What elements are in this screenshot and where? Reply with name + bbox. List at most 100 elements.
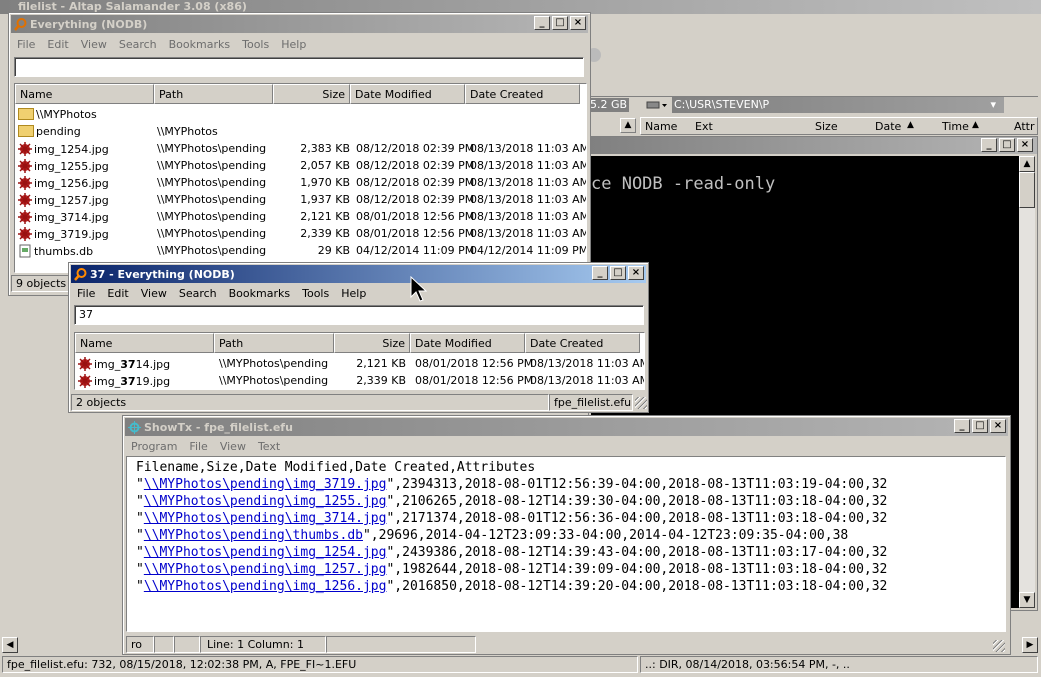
file-link[interactable]: \\MYPhotos\pending\img_1254.jpg bbox=[144, 545, 387, 560]
header-date-created[interactable]: Date Created bbox=[465, 84, 580, 104]
menu-program[interactable]: Program bbox=[125, 440, 183, 453]
menu-bookmarks[interactable]: Bookmarks bbox=[163, 38, 236, 51]
list-item[interactable]: img_1254.jpg \\MYPhotos\pending 2,383 KB 08… bbox=[15, 140, 586, 157]
maximize-button[interactable]: □ bbox=[972, 419, 988, 433]
list-item[interactable]: thumbs.db \\MYPhotos\pending 29 KB 04/12/20… bbox=[15, 242, 586, 259]
menu-edit[interactable]: Edit bbox=[101, 287, 134, 300]
image-file-icon bbox=[78, 374, 92, 388]
menu-help[interactable]: Help bbox=[335, 287, 372, 300]
file-link[interactable]: \\MYPhotos\pending\img_3714.jpg bbox=[144, 511, 387, 526]
mouse-cursor bbox=[410, 275, 428, 304]
console-close-button[interactable]: × bbox=[1017, 138, 1033, 152]
col-name[interactable]: Name bbox=[645, 120, 677, 133]
menu-help[interactable]: Help bbox=[275, 38, 312, 51]
maximize-button[interactable]: □ bbox=[610, 266, 626, 280]
header-size[interactable]: Size bbox=[334, 333, 410, 353]
showtx-window: ShowTx - fpe_filelist.efu _ □ × Program … bbox=[122, 415, 1011, 655]
minimize-button[interactable]: _ bbox=[592, 266, 608, 280]
menu-edit[interactable]: Edit bbox=[41, 38, 74, 51]
file-link[interactable]: \\MYPhotos\pending\img_1257.jpg bbox=[144, 562, 387, 577]
file-link[interactable]: \\MYPhotos\pending\img_1255.jpg bbox=[144, 494, 387, 509]
everything2-search-input[interactable]: 37 bbox=[74, 305, 644, 325]
file-link[interactable]: \\MYPhotos\pending\img_3719.jpg bbox=[144, 477, 387, 492]
file-link[interactable]: \\MYPhotos\pending\thumbs.db bbox=[144, 528, 363, 543]
menu-search[interactable]: Search bbox=[113, 38, 163, 51]
header-name[interactable]: Name bbox=[75, 333, 214, 353]
list-item[interactable]: img_1256.jpg \\MYPhotos\pending 1,970 KB 08… bbox=[15, 174, 586, 191]
showtx-status-blank3 bbox=[326, 636, 476, 653]
console-minimize-button[interactable]: _ bbox=[981, 138, 997, 152]
file-date-modified: 08/01/2018 12:56 PM bbox=[415, 374, 534, 387]
list-item[interactable]: img_3719.jpg \\MYPhotos\pending 2,339 KB 08… bbox=[15, 225, 586, 242]
list-item[interactable]: \\MYPhotos bbox=[15, 106, 586, 123]
menu-view[interactable]: View bbox=[214, 440, 252, 453]
list-item[interactable]: img_3714.jpg \\MYPhotos\pending 2,121 KB 08… bbox=[75, 355, 644, 372]
close-button[interactable]: × bbox=[990, 419, 1006, 433]
everything1-status: 9 objects bbox=[11, 275, 71, 292]
left-panel-sort-button[interactable]: ▲ bbox=[620, 118, 636, 133]
col-date[interactable]: Date bbox=[875, 120, 901, 133]
everything1-search-input[interactable] bbox=[14, 57, 584, 77]
file-path: \\MYPhotos\pending bbox=[157, 227, 267, 240]
menu-search[interactable]: Search bbox=[173, 287, 223, 300]
file-size: 29 KB bbox=[317, 244, 350, 257]
file-path: \\MYPhotos\pending bbox=[157, 142, 267, 155]
file-date-modified: 08/01/2018 12:56 PM bbox=[356, 210, 475, 223]
right-hscroll-arrow[interactable]: ▶ bbox=[1022, 637, 1038, 653]
csv-values: ",1982644,2018-08-12T14:39:09-04:00,2018… bbox=[386, 562, 888, 577]
showtx-status-blank1 bbox=[154, 636, 174, 653]
console-scrollbar[interactable]: ▲ ▼ bbox=[1019, 156, 1035, 608]
path-bar[interactable]: C:\USR\STEVEN\P ▾ bbox=[672, 97, 1004, 113]
menu-tools[interactable]: Tools bbox=[236, 38, 275, 51]
minimize-button[interactable]: _ bbox=[534, 16, 550, 30]
menu-file[interactable]: File bbox=[183, 440, 213, 453]
file-name: img_3719.jpg bbox=[34, 228, 109, 241]
folder-icon bbox=[18, 125, 34, 137]
console-maximize-button[interactable]: □ bbox=[999, 138, 1015, 152]
left-hscroll-arrow[interactable]: ◀ bbox=[2, 637, 18, 653]
list-item[interactable]: img_3719.jpg \\MYPhotos\pending 2,339 KB 08… bbox=[75, 372, 644, 389]
menu-view[interactable]: View bbox=[135, 287, 173, 300]
scroll-thumb[interactable] bbox=[1019, 172, 1035, 208]
header-path[interactable]: Path bbox=[154, 84, 273, 104]
menu-file[interactable]: File bbox=[71, 287, 101, 300]
scroll-up-arrow[interactable]: ▲ bbox=[1019, 156, 1035, 172]
drive-icon[interactable] bbox=[646, 99, 668, 111]
path-dropdown-icon[interactable]: ▾ bbox=[990, 97, 996, 113]
maximize-button[interactable]: □ bbox=[552, 16, 568, 30]
resize-grip[interactable] bbox=[635, 397, 647, 409]
header-name[interactable]: Name bbox=[15, 84, 154, 104]
menu-file[interactable]: File bbox=[11, 38, 41, 51]
col-time[interactable]: Time bbox=[942, 120, 969, 133]
col-attr[interactable]: Attr bbox=[1014, 120, 1034, 133]
file-link[interactable]: \\MYPhotos\pending\img_1256.jpg bbox=[144, 579, 387, 594]
file-date-modified: 08/01/2018 12:56 PM bbox=[356, 227, 475, 240]
list-item[interactable]: img_1257.jpg \\MYPhotos\pending 1,937 KB 08… bbox=[15, 191, 586, 208]
minimize-button[interactable]: _ bbox=[954, 419, 970, 433]
list-item[interactable]: img_3714.jpg \\MYPhotos\pending 2,121 KB 08… bbox=[15, 208, 586, 225]
file-date-created: 04/12/2014 11:09 PM bbox=[470, 244, 587, 257]
showtx-title: ShowTx - fpe_filelist.efu bbox=[144, 420, 293, 434]
showtx-text-area[interactable]: Filename,Size,Date Modified,Date Created… bbox=[126, 456, 1006, 632]
header-size[interactable]: Size bbox=[273, 84, 350, 104]
everything1-titlebar[interactable]: Everything (NODB) _ □ × bbox=[11, 15, 588, 33]
list-item[interactable]: img_1255.jpg \\MYPhotos\pending 2,057 KB 08… bbox=[15, 157, 586, 174]
header-date-modified[interactable]: Date Modified bbox=[350, 84, 465, 104]
menu-tools[interactable]: Tools bbox=[296, 287, 335, 300]
close-button[interactable]: × bbox=[628, 266, 644, 280]
showtx-titlebar[interactable]: ShowTx - fpe_filelist.efu _ □ × bbox=[125, 418, 1008, 436]
col-size[interactable]: Size bbox=[815, 120, 838, 133]
everything2-titlebar[interactable]: 37 - Everything (NODB) _ □ × bbox=[71, 265, 646, 283]
header-path[interactable]: Path bbox=[214, 333, 334, 353]
scroll-down-arrow[interactable]: ▼ bbox=[1019, 592, 1035, 608]
header-date-created[interactable]: Date Created bbox=[525, 333, 640, 353]
list-item[interactable]: pending \\MYPhotos bbox=[15, 123, 586, 140]
menu-text[interactable]: Text bbox=[252, 440, 286, 453]
menu-bookmarks[interactable]: Bookmarks bbox=[223, 287, 296, 300]
header-date-modified[interactable]: Date Modified bbox=[410, 333, 525, 353]
menu-view[interactable]: View bbox=[75, 38, 113, 51]
resize-grip[interactable] bbox=[993, 640, 1005, 652]
csv-header-line: Filename,Size,Date Modified,Date Created… bbox=[136, 460, 536, 475]
close-button[interactable]: × bbox=[570, 16, 586, 30]
col-ext[interactable]: Ext bbox=[695, 120, 713, 133]
